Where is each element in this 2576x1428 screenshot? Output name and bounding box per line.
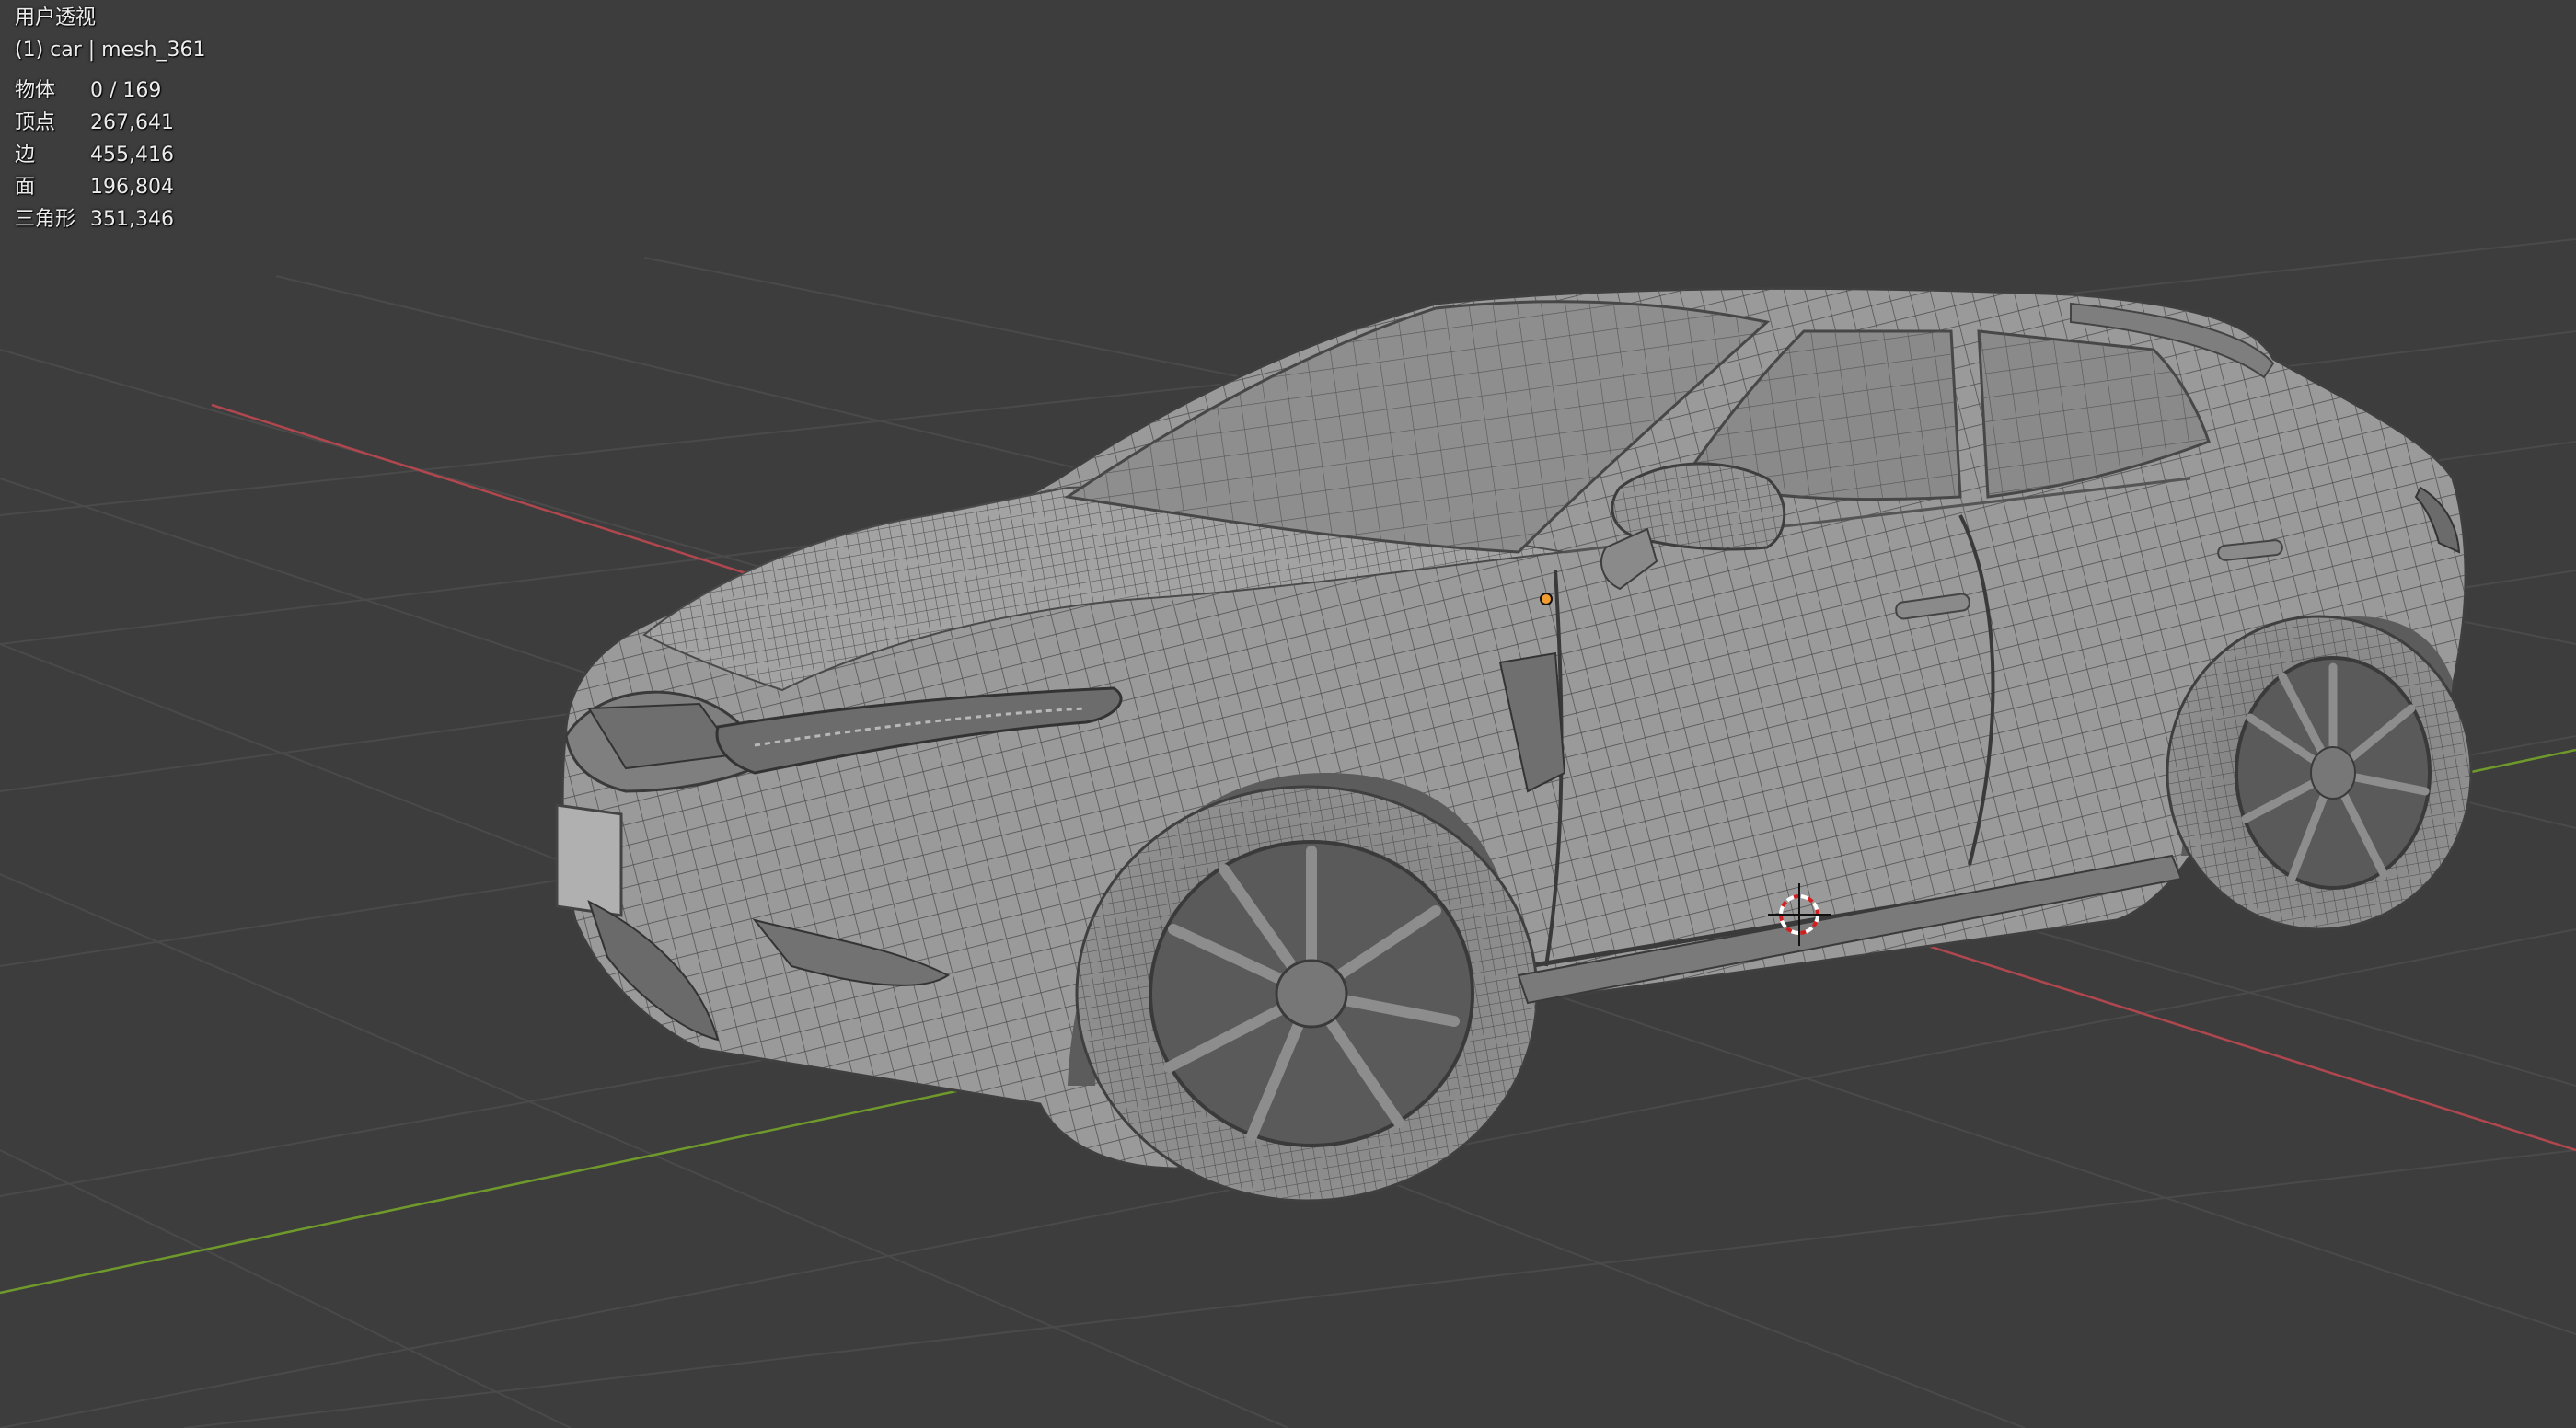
rear-wheel xyxy=(2166,615,2473,931)
viewport-scene[interactable] xyxy=(0,0,2576,1428)
object-origin-icon[interactable] xyxy=(1540,593,1553,605)
front-wheel xyxy=(1075,785,1539,1203)
3d-viewport[interactable]: 用户透视 (1) car | mesh_361 物体 0 / 169 顶点 26… xyxy=(0,0,2576,1428)
